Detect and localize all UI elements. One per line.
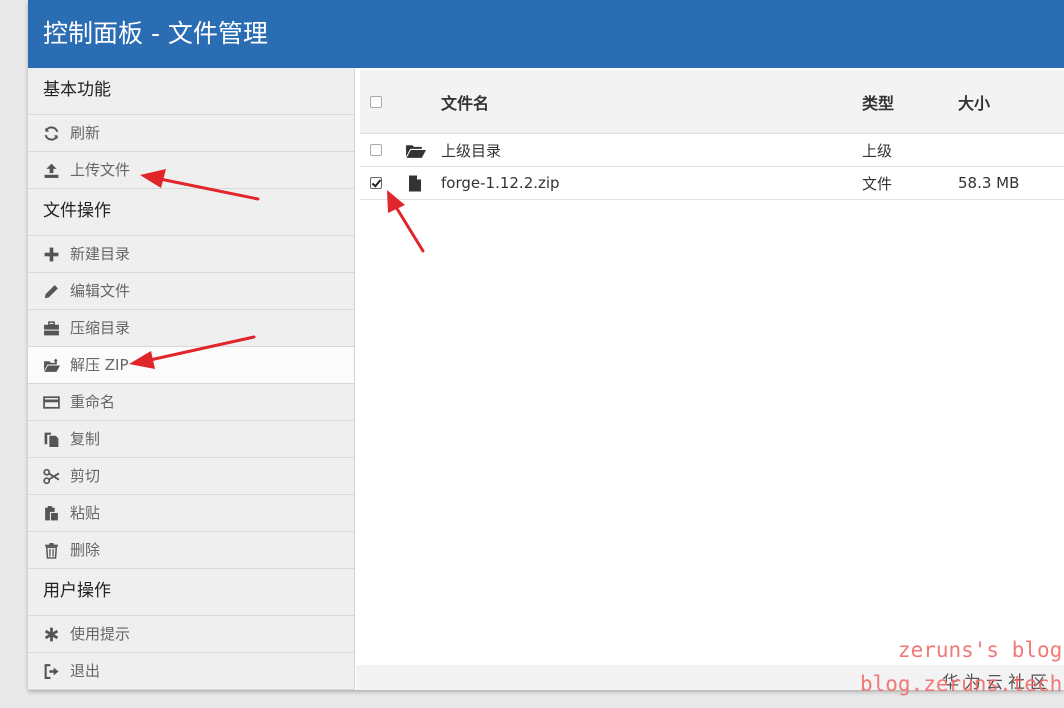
file-name-link[interactable]: forge-1.12.2.zip <box>441 167 560 199</box>
folder-open-icon <box>43 357 60 374</box>
row-checkbox[interactable] <box>370 144 382 156</box>
plus-icon <box>43 246 60 263</box>
credit-card-icon <box>43 394 60 411</box>
table-row-file[interactable]: forge-1.12.2.zip 文件 58.3 MB <box>360 167 1064 200</box>
sidebar-item-edit-file[interactable]: 编辑文件 <box>28 273 354 310</box>
sidebar-item-label: 压缩目录 <box>70 319 131 337</box>
file-type: 上级 <box>862 141 893 160</box>
watermark: zeruns's blog blog.zeruns.tech <box>860 633 1062 701</box>
refresh-icon <box>43 125 60 142</box>
watermark-line1: zeruns's blog <box>897 638 1063 662</box>
sidebar-item-refresh[interactable]: 刷新 <box>28 115 354 152</box>
sidebar: 基本功能 刷新 上传文件 文件操作 新建目录 编辑文件 压缩目录 解压 ZIP … <box>28 68 355 690</box>
select-all-checkbox[interactable] <box>370 95 382 108</box>
sidebar-item-label: 重命名 <box>70 393 116 411</box>
column-header-type[interactable]: 类型 <box>862 70 894 133</box>
sidebar-item-logout[interactable]: 退出 <box>28 653 354 690</box>
sidebar-item-upload[interactable]: 上传文件 <box>28 152 354 189</box>
sidebar-item-label: 编辑文件 <box>70 282 131 300</box>
trash-icon <box>43 542 60 559</box>
file-name-link[interactable]: 上级目录 <box>441 134 501 166</box>
folder-open-icon <box>405 142 426 159</box>
file-list-panel: 文件名 类型 大小 上级目录 上级 forge-1.12.2.zip 文件 58… <box>356 68 1064 665</box>
sidebar-item-label: 粘贴 <box>70 504 101 522</box>
sidebar-item-label: 剪切 <box>70 467 101 485</box>
section-header-file-ops: 文件操作 <box>28 189 354 236</box>
paste-icon <box>43 505 60 522</box>
upload-icon <box>43 162 60 179</box>
scissors-icon <box>43 468 60 485</box>
sidebar-item-paste[interactable]: 粘贴 <box>28 495 354 532</box>
watermark-line2: blog.zeruns.tech <box>860 672 1063 696</box>
sidebar-item-rename[interactable]: 重命名 <box>28 384 354 421</box>
sidebar-item-compress[interactable]: 压缩目录 <box>28 310 354 347</box>
section-header-user-ops: 用户操作 <box>28 569 354 616</box>
file-type: 文件 <box>862 174 893 193</box>
logout-icon <box>43 663 60 680</box>
pencil-icon <box>43 283 60 300</box>
file-size: 58.3 MB <box>958 174 1020 192</box>
row-checkbox-checked[interactable] <box>370 177 382 189</box>
sidebar-item-label: 新建目录 <box>70 245 131 263</box>
sidebar-item-label: 退出 <box>70 662 101 680</box>
column-header-size[interactable]: 大小 <box>958 70 990 133</box>
sidebar-item-copy[interactable]: 复制 <box>28 421 354 458</box>
page-title: 控制面板 - 文件管理 <box>28 0 1064 68</box>
asterisk-icon <box>43 626 60 643</box>
sidebar-item-label: 删除 <box>70 541 101 559</box>
sidebar-item-unzip[interactable]: 解压 ZIP <box>28 347 354 384</box>
sidebar-item-tips[interactable]: 使用提示 <box>28 616 354 653</box>
briefcase-icon <box>43 320 60 337</box>
copy-icon <box>43 431 60 448</box>
section-header-basic: 基本功能 <box>28 68 354 115</box>
control-panel-window: 控制面板 - 文件管理 基本功能 刷新 上传文件 文件操作 新建目录 编辑文件 … <box>28 0 1064 690</box>
sidebar-item-label: 刷新 <box>70 124 101 142</box>
sidebar-item-label: 解压 ZIP <box>70 356 129 374</box>
sidebar-item-delete[interactable]: 删除 <box>28 532 354 569</box>
table-row-parent-dir[interactable]: 上级目录 上级 <box>360 134 1064 167</box>
file-table-header: 文件名 类型 大小 <box>360 70 1064 134</box>
column-header-name[interactable]: 文件名 <box>441 70 489 133</box>
sidebar-item-label: 复制 <box>70 430 101 448</box>
file-icon <box>408 175 422 192</box>
sidebar-item-new-folder[interactable]: 新建目录 <box>28 236 354 273</box>
sidebar-item-label: 上传文件 <box>70 161 131 179</box>
sidebar-item-label: 使用提示 <box>70 625 131 643</box>
sidebar-item-cut[interactable]: 剪切 <box>28 458 354 495</box>
